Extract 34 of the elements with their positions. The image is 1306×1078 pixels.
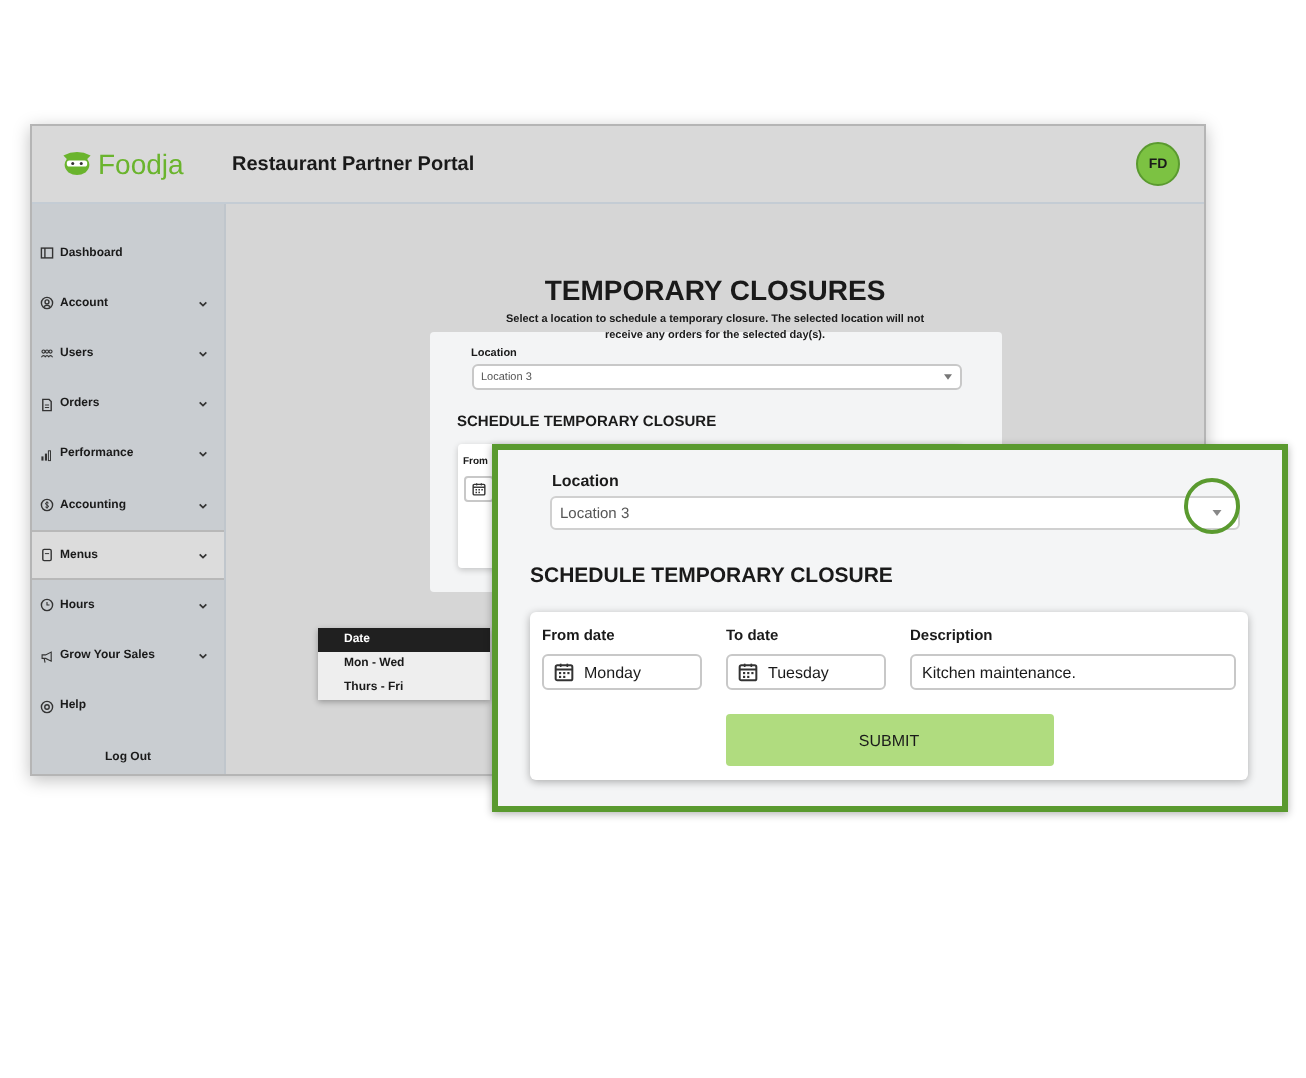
- chevron-icon: [198, 652, 208, 661]
- megaphone-icon: [40, 649, 54, 664]
- clock-icon: [40, 598, 54, 613]
- chevron-icon: [198, 299, 208, 308]
- calendar-icon: [554, 662, 574, 682]
- caret-icon: [943, 374, 951, 380]
- dashboard-icon: [40, 246, 54, 261]
- ninja-face-icon: [60, 150, 94, 178]
- field-label: Location: [552, 472, 621, 490]
- submit-button[interactable]: SUBMIT: [725, 714, 1053, 766]
- chevron-icon: [198, 501, 208, 510]
- chevron-icon: [198, 551, 208, 560]
- chevron-icon: [198, 349, 208, 358]
- document-icon: [40, 397, 54, 412]
- dollar-circle-icon: [40, 498, 54, 513]
- help-icon: [40, 699, 54, 714]
- calendar-icon: [471, 482, 485, 496]
- chevron-icon: [198, 450, 208, 459]
- chevron-icon: [198, 400, 208, 409]
- calendar-icon: [738, 662, 758, 682]
- users-icon: [40, 346, 54, 361]
- description-field[interactable]: Kitchen maintenance.: [910, 654, 1236, 690]
- chevron-icon: [198, 601, 208, 610]
- logo-text: Foodja: [98, 148, 184, 180]
- highlight-ring: [1184, 478, 1240, 534]
- menu-card-icon: [40, 548, 54, 563]
- bar-chart-icon: [40, 447, 54, 462]
- portal-title: Restaurant Partner Portal: [232, 153, 477, 175]
- section-heading: SCHEDULE TEMPORARY CLOSURE: [530, 564, 895, 588]
- user-circle-icon: [40, 296, 54, 311]
- date-field[interactable]: Monday: [542, 654, 702, 690]
- date-field[interactable]: Tuesday: [726, 654, 886, 690]
- page-title: TEMPORARY CLOSURES: [544, 274, 886, 306]
- caret-icon: [1212, 510, 1222, 516]
